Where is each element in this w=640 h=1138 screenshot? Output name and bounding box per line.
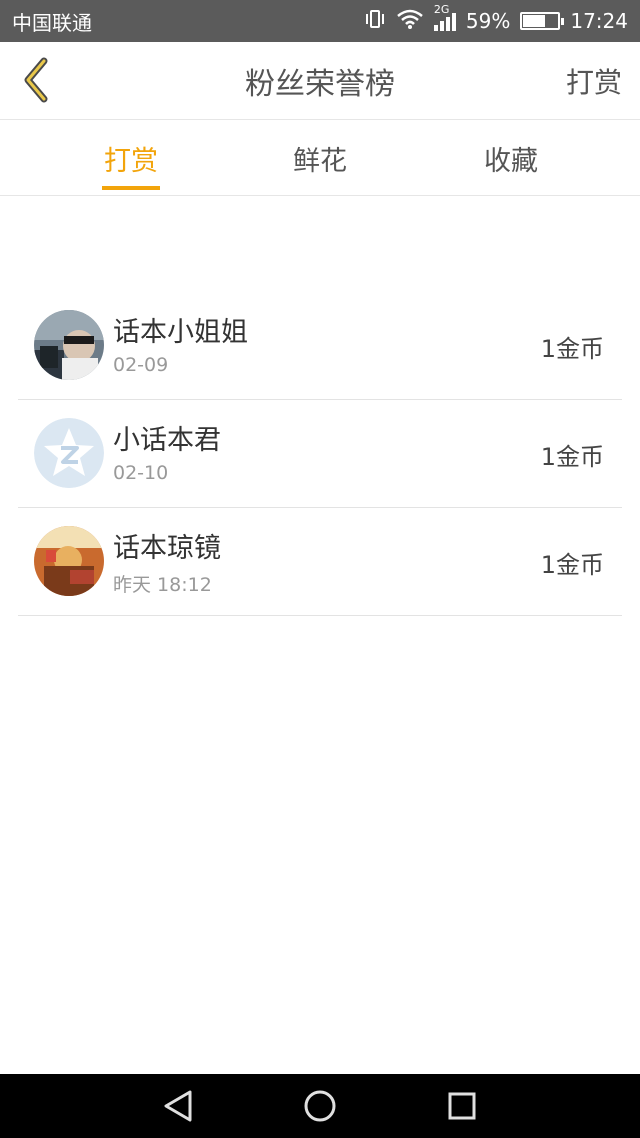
- nav-home-button[interactable]: [302, 1088, 338, 1124]
- system-nav-bar: [0, 1074, 640, 1138]
- tab-label: 打赏: [104, 145, 158, 177]
- page-title: 粉丝荣誉榜: [245, 67, 395, 102]
- fan-list: 话本小姐姐 02-09 1金币 小话本君 02-10 1金币 话本琼镜 昨天 1…: [18, 292, 622, 616]
- reward-amount: 1金币: [540, 550, 604, 579]
- active-tab-indicator: [102, 186, 160, 190]
- battery-icon: [520, 12, 565, 30]
- nav-back-button[interactable]: [160, 1088, 196, 1124]
- reward-amount: 1金币: [540, 442, 604, 471]
- battery-percent: 59%: [465, 9, 511, 33]
- avatar: [34, 526, 104, 596]
- chevron-left-icon: [24, 57, 48, 103]
- clock: 17:24: [570, 9, 628, 33]
- fan-date: 02-09: [113, 354, 169, 376]
- reward-amount: 1金币: [540, 334, 604, 363]
- tab-label: 鲜花: [293, 145, 347, 177]
- fan-name: 话本琼镜: [113, 533, 221, 564]
- cell-signal: 2G: [433, 3, 456, 31]
- fan-name: 话本小姐姐: [113, 317, 248, 348]
- tab-bar: 打赏 鲜花 收藏: [0, 120, 640, 196]
- vibrate-icon: [364, 9, 386, 34]
- nav-recents-button[interactable]: [444, 1088, 480, 1124]
- status-bar: 中国联通 2G 59% 17:24: [0, 0, 640, 42]
- fan-date: 昨天 18:12: [113, 574, 212, 596]
- status-indicators: 2G 59% 17:24: [364, 3, 628, 34]
- list-item[interactable]: 小话本君 02-10 1金币: [18, 400, 622, 508]
- top-bar: 粉丝荣誉榜 打赏: [0, 42, 640, 120]
- list-item[interactable]: 话本琼镜 昨天 18:12 1金币: [18, 508, 622, 616]
- tab-reward[interactable]: 打赏: [61, 120, 201, 196]
- square-recents-icon: [448, 1092, 476, 1120]
- back-button[interactable]: [14, 56, 58, 104]
- triangle-back-icon: [164, 1090, 192, 1122]
- circle-home-icon: [304, 1090, 336, 1122]
- reward-button[interactable]: 打赏: [566, 42, 622, 120]
- wifi-icon: [396, 9, 424, 34]
- avatar: [34, 310, 104, 380]
- carrier-label: 中国联通: [12, 10, 92, 35]
- tab-flowers[interactable]: 鲜花: [250, 120, 390, 196]
- fan-name: 小话本君: [113, 425, 221, 456]
- list-item[interactable]: 话本小姐姐 02-09 1金币: [18, 292, 622, 400]
- tab-favorites[interactable]: 收藏: [441, 120, 581, 196]
- avatar: [34, 418, 104, 488]
- network-type: 2G: [433, 3, 450, 16]
- fan-date: 02-10: [113, 462, 169, 484]
- tab-label: 收藏: [484, 145, 538, 177]
- battery-level: [523, 15, 545, 27]
